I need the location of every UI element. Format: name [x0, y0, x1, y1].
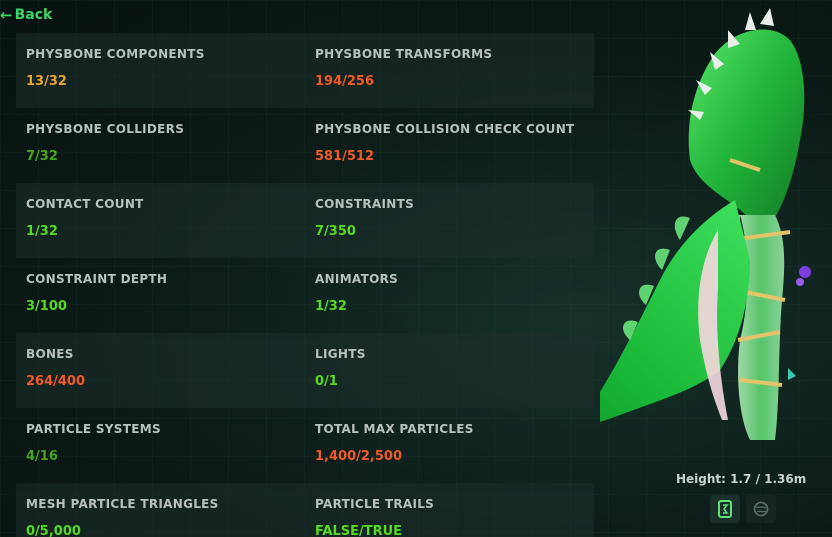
stat-row: CONSTRAINT DEPTH 3/100 ANIMATORS 1/32 [16, 258, 594, 333]
stat-value: 4/16 [26, 449, 58, 464]
stat-row: MESH PARTICLE TRIANGLES 0/5,000 PARTICLE T… [16, 483, 594, 537]
avatar-height-label: Height: 1.7 / 1.36m [676, 472, 807, 486]
stat-row: PHYSBONE COLLIDERS 7/32 PHYSBONE COLLISION… [16, 108, 594, 183]
stat-value: 0/5,000 [26, 524, 81, 537]
stat-value: 0/1 [315, 374, 338, 389]
stat-label: PHYSBONE COLLISION CHECK COUNT [315, 122, 575, 136]
stat-label: BONES [26, 347, 74, 361]
stat-value: 194/256 [315, 74, 375, 89]
stat-label: PARTICLE TRAILS [315, 497, 435, 511]
stat-row: BONES 264/400 LIGHTS 0/1 [16, 333, 594, 408]
avatar-preview[interactable] [600, 0, 832, 537]
stat-value: 1/32 [26, 224, 58, 239]
stat-label: CONSTRAINT DEPTH [26, 272, 168, 286]
stat-value: 3/100 [26, 299, 67, 314]
stat-label: LIGHTS [315, 347, 366, 361]
avatar-performance-screen: ← Back PHYSBONE COMPONENTS 13/32 PHYSBONE … [0, 0, 832, 537]
view-toggle [710, 495, 776, 523]
front-view-button[interactable] [710, 495, 740, 523]
stat-label: PHYSBONE TRANSFORMS [315, 47, 493, 61]
stat-label: TOTAL MAX PARTICLES [315, 422, 474, 436]
avatar-model-image [600, 8, 811, 440]
globe-view-icon [753, 501, 769, 517]
stat-row: CONTACT COUNT 1/32 CONSTRAINTS 7/350 [16, 183, 594, 258]
back-label: Back [14, 7, 53, 23]
globe-view-button[interactable] [746, 495, 776, 523]
stat-label: ANIMATORS [315, 272, 399, 286]
stat-label: CONSTRAINTS [315, 197, 415, 211]
performance-stats-panel: PHYSBONE COMPONENTS 13/32 PHYSBONE TRANSFO… [16, 33, 594, 537]
stat-row: PHYSBONE COMPONENTS 13/32 PHYSBONE TRANSFO… [16, 33, 594, 108]
stat-value: 7/32 [26, 149, 58, 164]
stat-value: FALSE/TRUE [315, 524, 403, 537]
stat-value: 1/32 [315, 299, 347, 314]
arrow-left-icon: ← [0, 6, 13, 24]
stat-value: 1,400/2,500 [315, 449, 402, 464]
stat-label: MESH PARTICLE TRIANGLES [26, 497, 219, 511]
stat-label: CONTACT COUNT [26, 197, 144, 211]
front-view-icon [718, 500, 732, 518]
stat-label: PHYSBONE COLLIDERS [26, 122, 185, 136]
stat-row: PARTICLE SYSTEMS 4/16 TOTAL MAX PARTICLES 1… [16, 408, 594, 483]
stat-value: 13/32 [26, 74, 67, 89]
stat-value: 264/400 [26, 374, 86, 389]
stat-label: PHYSBONE COMPONENTS [26, 47, 205, 61]
stat-value: 581/512 [315, 149, 375, 164]
stat-label: PARTICLE SYSTEMS [26, 422, 161, 436]
back-button[interactable]: ← Back [0, 6, 52, 24]
stat-value: 7/350 [315, 224, 356, 239]
